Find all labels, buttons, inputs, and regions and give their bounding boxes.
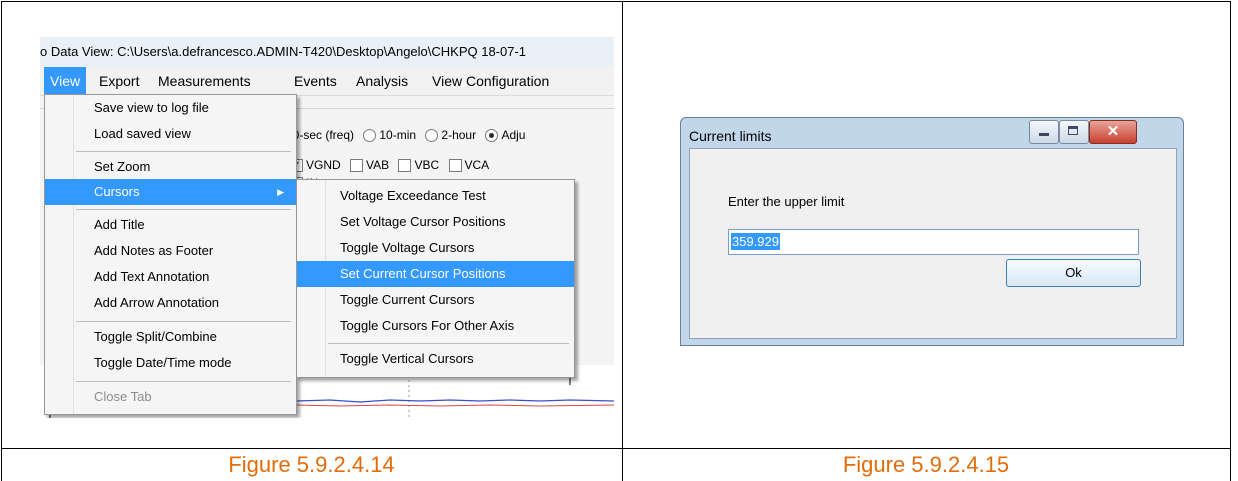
submenu-item-voltage-exceedance-test[interactable]: Voltage Exceedance Test <box>297 183 574 209</box>
minimize-icon <box>1039 133 1049 136</box>
ok-button[interactable]: Ok <box>1006 259 1141 287</box>
vbc-checkbox[interactable] <box>398 159 412 173</box>
menu-export[interactable]: Export <box>99 67 139 95</box>
vca-checkbox[interactable] <box>448 159 462 173</box>
submenu-item-toggle-voltage-cursors[interactable]: Toggle Voltage Cursors <box>297 235 574 261</box>
upper-limit-input[interactable]: 359.929 <box>728 229 1139 255</box>
menu-item-add-arrow-annotation[interactable]: Add Arrow Annotation <box>45 290 296 316</box>
menu-item-add-notes-footer[interactable]: Add Notes as Footer <box>45 238 296 264</box>
close-icon: ✕ <box>1106 123 1120 140</box>
vab-checkbox[interactable] <box>350 159 364 173</box>
maximize-button[interactable] <box>1059 120 1089 144</box>
menu-separator <box>76 381 291 382</box>
table-border-center <box>622 1 623 481</box>
menu-item-set-zoom[interactable]: Set Zoom <box>45 154 296 180</box>
submenu-item-set-current-cursor-positions[interactable]: Set Current Cursor Positions <box>297 261 574 287</box>
figure-caption-left: Figure 5.9.2.4.14 <box>228 452 395 477</box>
view-menu: Save view to log file Load saved view Se… <box>44 94 297 415</box>
table-border-top <box>1 1 1231 2</box>
interval-options: 10-sec (freq) 10-min 2-hour Adju <box>286 128 526 143</box>
menu-item-toggle-split-combine[interactable]: Toggle Split/Combine <box>45 324 296 350</box>
dialog-title: Current limits <box>689 128 772 144</box>
submenu-item-set-voltage-cursor-positions[interactable]: Set Voltage Cursor Positions <box>297 209 574 235</box>
table-border-right <box>1230 1 1231 481</box>
upper-limit-prompt: Enter the upper limit <box>728 194 845 209</box>
maximize-icon <box>1068 126 1078 135</box>
submenu-item-toggle-current-cursors[interactable]: Toggle Current Cursors <box>297 287 574 313</box>
vca-label: VCA <box>464 158 490 172</box>
vbc-label: VBC <box>414 158 440 172</box>
data-view-screenshot: o Data View: C:\Users\a.defrancesco.ADMI… <box>40 37 614 418</box>
channel-options: ✓VGND VAB VBC VCA <box>290 158 490 173</box>
table-border-left <box>1 1 2 481</box>
interval-adjust-label: Adju <box>501 128 526 142</box>
menu-item-cursors[interactable]: Cursors ▶ <box>45 179 296 205</box>
interval-2hour-label: 2-hour <box>441 128 477 142</box>
menu-separator <box>328 343 569 344</box>
current-limits-dialog: Current limits ✕ Enter the upper limit 3… <box>680 117 1184 346</box>
interval-10min-label: 10-min <box>379 128 417 142</box>
menu-view[interactable]: View <box>44 67 87 95</box>
interval-2hour-radio[interactable] <box>425 129 439 143</box>
submenu-arrow-icon: ▶ <box>277 187 284 197</box>
upper-limit-value: 359.929 <box>731 233 780 250</box>
menu-events[interactable]: Events <box>294 67 337 95</box>
menu-separator <box>76 209 291 210</box>
vgnd-label: VGND <box>306 158 341 172</box>
window-title: o Data View: C:\Users\a.defrancesco.ADMI… <box>40 37 614 67</box>
menu-item-add-title[interactable]: Add Title <box>45 212 296 238</box>
menu-item-close-tab: Close Tab <box>94 389 152 404</box>
interval-10min-radio[interactable] <box>363 129 377 143</box>
menu-item-cursors-label: Cursors <box>94 184 140 199</box>
menu-bar: View Export Measurements Events Analysis… <box>40 67 614 96</box>
blue-trace <box>295 399 614 403</box>
cursors-submenu: Voltage Exceedance Test Set Voltage Curs… <box>296 179 575 378</box>
dialog-body: Enter the upper limit 359.929 Ok <box>689 148 1177 339</box>
menu-measurements[interactable]: Measurements <box>158 67 251 95</box>
close-button[interactable]: ✕ <box>1089 120 1137 144</box>
menu-item-toggle-date-time[interactable]: Toggle Date/Time mode <box>45 350 296 376</box>
submenu-item-toggle-cursors-other-axis[interactable]: Toggle Cursors For Other Axis <box>297 313 574 339</box>
menu-item-add-text-annotation[interactable]: Add Text Annotation <box>45 264 296 290</box>
red-trace <box>295 404 614 407</box>
menu-separator <box>76 151 291 152</box>
submenu-item-toggle-vertical-cursors[interactable]: Toggle Vertical Cursors <box>297 346 574 372</box>
menu-item-load-saved-view[interactable]: Load saved view <box>45 121 296 147</box>
vab-label: VAB <box>366 158 390 172</box>
figure-caption-right: Figure 5.9.2.4.15 <box>842 452 1010 477</box>
menu-view-configuration[interactable]: View Configuration <box>432 67 549 95</box>
menu-item-save-view[interactable]: Save view to log file <box>45 95 296 121</box>
menu-analysis[interactable]: Analysis <box>356 67 408 95</box>
minimize-button[interactable] <box>1029 120 1059 144</box>
menu-separator <box>76 321 291 322</box>
interval-adjust-radio[interactable] <box>485 129 499 143</box>
